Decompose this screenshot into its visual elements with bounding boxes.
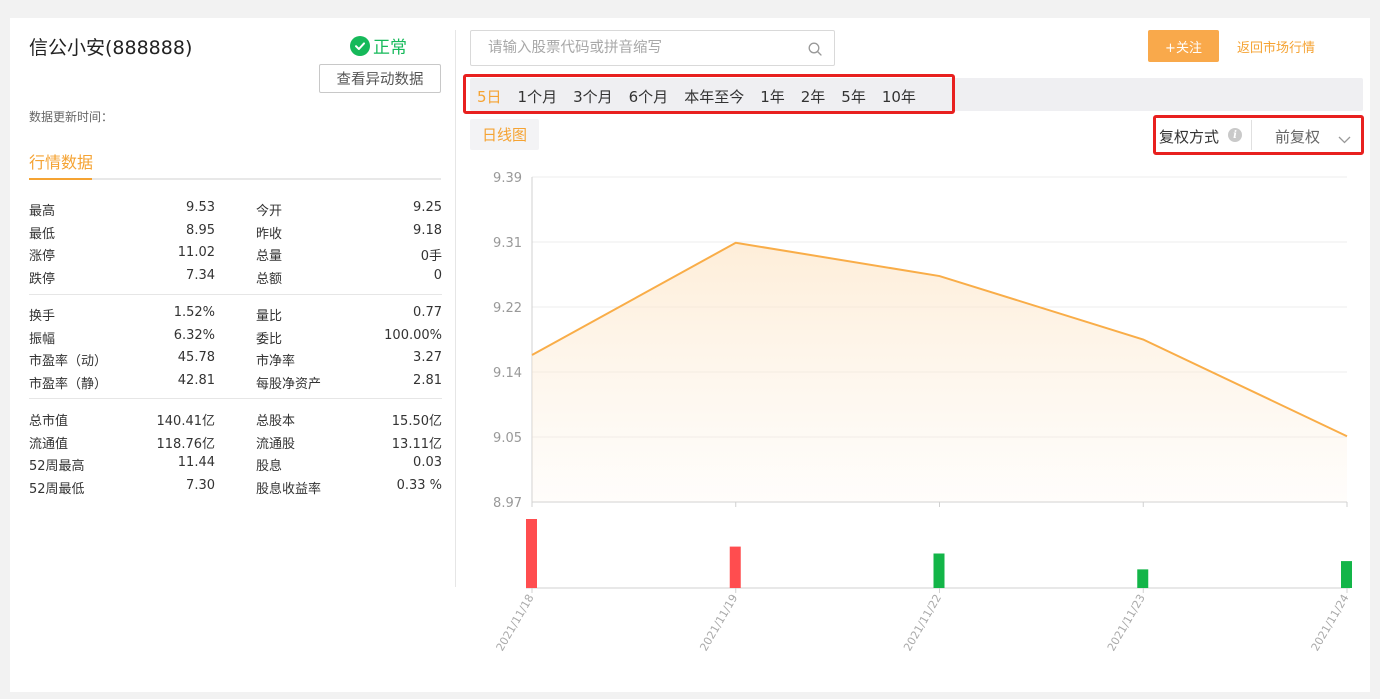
x-date-label: 2021/11/23 <box>1105 592 1148 653</box>
y-tick-label: 9.31 <box>493 236 522 251</box>
y-tick-label: 9.05 <box>493 431 522 446</box>
x-date-label: 2021/11/22 <box>901 592 944 653</box>
y-tick-label: 9.22 <box>493 301 522 316</box>
x-date-label: 2021/11/18 <box>494 592 537 653</box>
y-tick-label: 9.14 <box>493 366 522 381</box>
volume-bar <box>933 553 945 588</box>
x-date-label: 2021/11/24 <box>1309 592 1352 653</box>
y-tick-label: 9.39 <box>493 171 522 186</box>
volume-bar <box>729 546 741 588</box>
x-date-label: 2021/11/19 <box>697 592 740 653</box>
price-chart: 9.39 9.31 9.22 9.14 9.05 8.97 2021/11/18 2021/1… <box>493 171 1352 653</box>
volume-bar <box>526 519 537 588</box>
volume-bar <box>1341 561 1352 588</box>
y-tick-label: 8.97 <box>493 496 522 511</box>
volume-bar <box>1137 569 1149 588</box>
